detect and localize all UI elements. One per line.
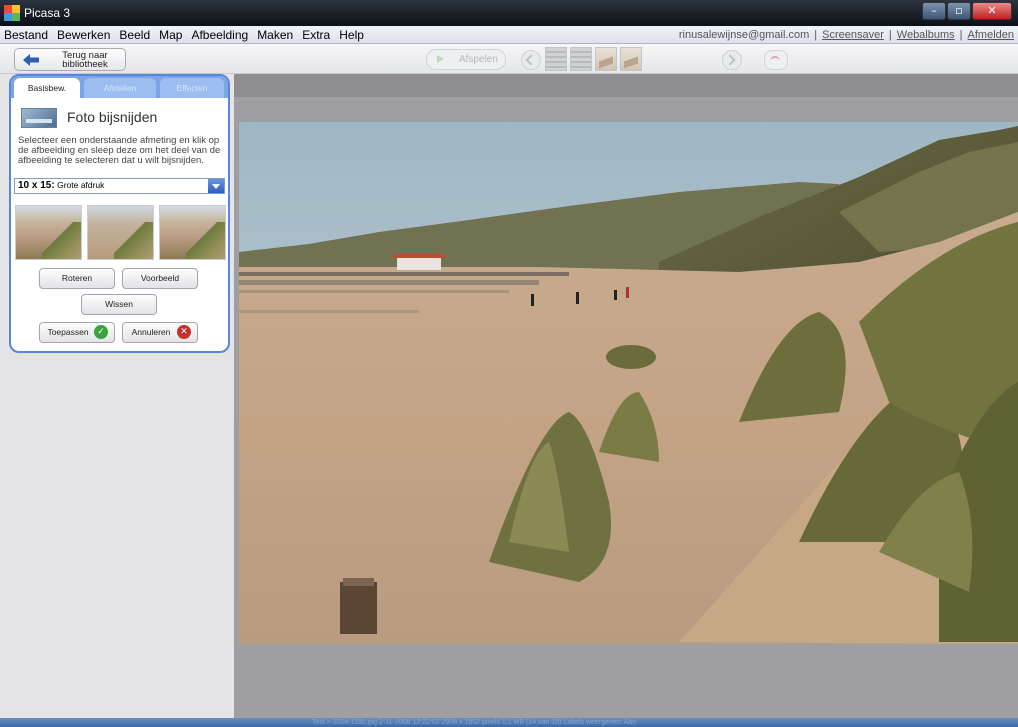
panel-title: Foto bijsnijden — [67, 109, 158, 125]
filmstrip-prev-icon[interactable] — [545, 47, 567, 71]
current-photo-thumbnail[interactable] — [595, 47, 617, 71]
toolbar: Terug naar bibliotheek Afspelen — [0, 44, 1018, 74]
edit-sidebar: Basisbew. Afstellen Effecten Foto bijsni… — [0, 74, 234, 718]
back-to-library-button[interactable]: Terug naar bibliotheek — [14, 48, 126, 71]
edit-tabs: Basisbew. Afstellen Effecten — [11, 76, 228, 98]
menu-maken[interactable]: Maken — [253, 28, 298, 42]
next-photo-button[interactable] — [722, 50, 742, 70]
clear-button[interactable]: Wissen — [81, 294, 157, 315]
back-label-line2: bibliotheek — [62, 59, 108, 70]
crop-preset-2[interactable] — [87, 205, 154, 260]
tab-tuning[interactable]: Afstellen — [84, 78, 156, 98]
menu-map[interactable]: Map — [155, 28, 187, 42]
close-button[interactable]: ✕ — [972, 2, 1012, 20]
aspect-ratio-select[interactable]: 10 x 15: Grote afdruk — [14, 178, 225, 194]
account-email: rinusalewijnse@gmail.com — [678, 29, 810, 41]
rotate-view-icon[interactable] — [764, 50, 788, 70]
beach-dune-photo[interactable] — [239, 122, 1018, 644]
aspect-size: 10 x 15: — [18, 180, 55, 191]
cancel-label: Annuleren — [131, 327, 171, 337]
crop-instructions: Selecteer een onderstaande afmeting en k… — [18, 136, 221, 166]
photo-image — [239, 122, 1018, 644]
tab-effects[interactable]: Effecten — [160, 78, 224, 98]
apply-button[interactable]: Toepassen ✓ — [39, 322, 115, 343]
picasa-logo-icon — [4, 5, 20, 21]
menu-help[interactable]: Help — [335, 28, 369, 42]
menu-bar: Bestand Bewerken Beeld Map Afbeelding Ma… — [0, 26, 1018, 44]
filmstrip-icon[interactable] — [570, 47, 592, 71]
checkmark-icon: ✓ — [94, 325, 108, 339]
menu-bewerken[interactable]: Bewerken — [53, 28, 115, 42]
preview-button[interactable]: Voorbeeld — [122, 268, 198, 289]
menu-bestand[interactable]: Bestand — [0, 28, 53, 42]
menu-afbeelding[interactable]: Afbeelding — [187, 28, 253, 42]
photo-viewer — [234, 74, 1018, 718]
webalbums-link[interactable]: Webalbums — [897, 29, 955, 41]
back-arrow-icon — [23, 54, 39, 66]
menu-beeld[interactable]: Beeld — [115, 28, 155, 42]
cancel-x-icon: ✕ — [177, 325, 191, 339]
previous-photo-button[interactable] — [521, 50, 541, 70]
aspect-name: Grote afdruk — [57, 180, 105, 190]
rotate-button[interactable]: Roteren — [39, 268, 115, 289]
status-text: Test > 2008-1192.jpg 2-11-2008 12:22:02 … — [312, 719, 637, 726]
next-arrow-icon — [724, 54, 736, 66]
minimize-button[interactable]: – — [922, 2, 946, 20]
cancel-button[interactable]: Annuleren ✕ — [122, 322, 198, 343]
apply-label: Toepassen — [47, 327, 89, 337]
viewer-top-strip — [234, 74, 1018, 97]
menu-extra[interactable]: Extra — [298, 28, 335, 42]
chevron-down-icon[interactable] — [208, 179, 224, 193]
status-bar: Test > 2008-1192.jpg 2-11-2008 12:22:02 … — [0, 718, 1018, 727]
crop-panel: Basisbew. Afstellen Effecten Foto bijsni… — [9, 74, 230, 353]
play-label: Afspelen — [459, 54, 498, 65]
title-bar: Picasa 3 – ▫ ✕ — [0, 0, 1018, 26]
window-title: Picasa 3 — [24, 6, 71, 20]
maximize-button[interactable]: ▫ — [947, 2, 971, 20]
tab-basic-fixes[interactable]: Basisbew. — [14, 78, 80, 98]
screensaver-link[interactable]: Screensaver — [822, 29, 884, 41]
play-icon — [437, 55, 444, 63]
previous-arrow-icon — [525, 54, 537, 66]
next-photo-thumbnail[interactable] — [620, 47, 642, 71]
crop-preset-1[interactable] — [15, 205, 82, 260]
account-links: rinusalewijnse@gmail.com | Screensaver | Web… — [678, 29, 1014, 41]
crop-preset-3[interactable] — [159, 205, 226, 260]
crop-icon — [21, 108, 57, 128]
slideshow-play-button[interactable]: Afspelen — [426, 49, 506, 70]
sign-out-link[interactable]: Afmelden — [968, 29, 1014, 41]
